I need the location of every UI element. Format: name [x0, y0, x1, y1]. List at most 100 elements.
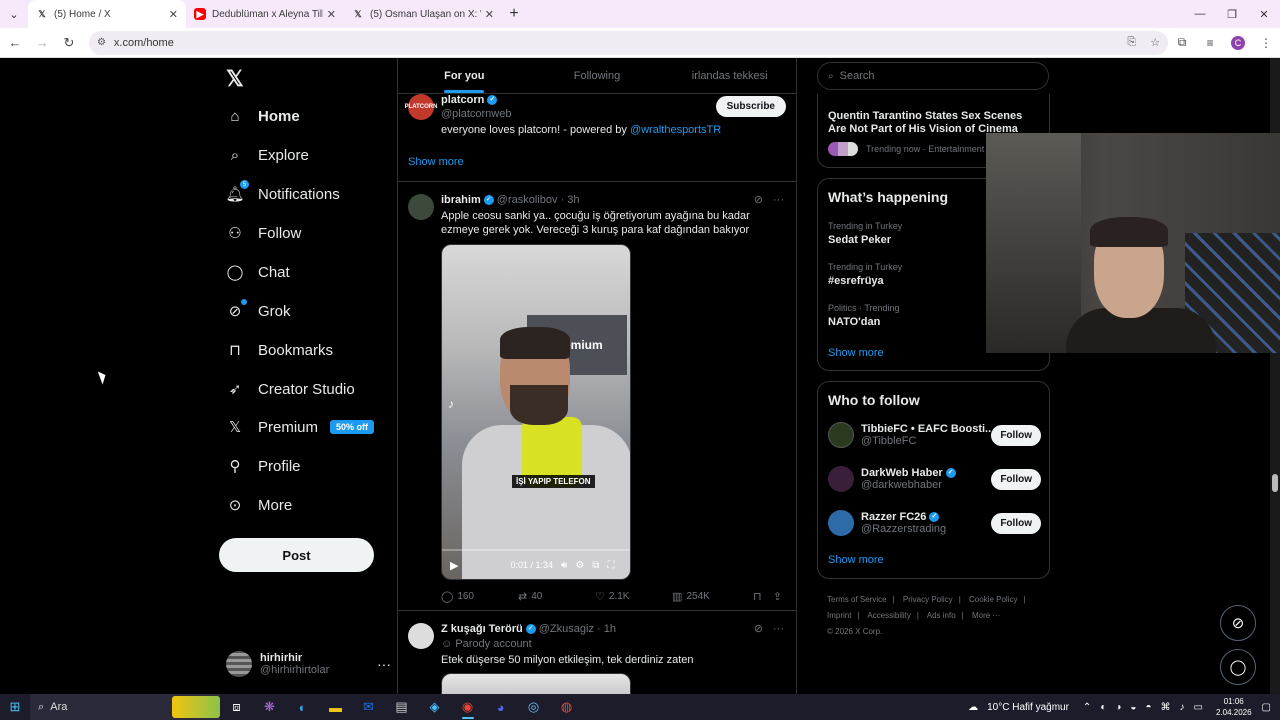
follow-button[interactable]: Follow — [991, 424, 1041, 446]
footer-link[interactable]: Privacy Policy — [903, 595, 953, 604]
author-name[interactable]: Z kuşağı Terörü — [441, 623, 523, 635]
battery-icon[interactable]: ▭ — [1194, 702, 1203, 713]
new-tab-button[interactable]: + — [502, 2, 526, 26]
copilot-icon[interactable]: ❋ — [253, 694, 286, 720]
site-info-icon[interactable]: ⚙ — [97, 37, 106, 48]
post-handle[interactable]: @platcornweb — [441, 108, 511, 120]
tray-app-icon[interactable]: ◐ — [1100, 702, 1106, 713]
avatar[interactable] — [408, 623, 434, 649]
extensions-icon[interactable]: ⧉ — [1168, 35, 1196, 50]
footer-link[interactable]: Imprint — [827, 611, 851, 620]
trend-item[interactable]: Trending in Turkey Sedat Peker — [828, 221, 902, 246]
minimize-icon[interactable]: — — [1184, 0, 1216, 28]
weather-widget[interactable]: ☁ 10°C Hafif yağmur — [968, 702, 1069, 713]
sidebar-item-follow[interactable]: ⚇ Follow — [226, 218, 301, 248]
media-icon[interactable]: ≡ — [1196, 36, 1224, 50]
restore-icon[interactable]: ❐ — [1216, 0, 1248, 28]
repost-button[interactable]: ⇄ 40 — [518, 590, 595, 603]
search-input[interactable]: ⌕ Search — [817, 62, 1049, 90]
subscribe-button[interactable]: Subscribe — [715, 96, 786, 117]
tray-app-icon[interactable]: ◒ — [1130, 702, 1136, 713]
fullscreen-icon[interactable]: ⛶ — [607, 560, 614, 571]
tab-search-button[interactable]: ⌄ — [0, 0, 28, 28]
footer-link[interactable]: Accessibility — [867, 611, 911, 620]
tab-irlandas-tekkesi[interactable]: irlandas tekkesi — [663, 58, 796, 93]
footer-link[interactable]: Terms of Service — [827, 595, 887, 604]
notification-icon[interactable]: ▢ — [1262, 702, 1271, 713]
scrollbar-thumb[interactable] — [1272, 474, 1278, 492]
app-icon[interactable]: ◍ — [550, 694, 583, 720]
tab-following[interactable]: Following — [531, 58, 664, 93]
footer-link[interactable]: Cookie Policy — [969, 595, 1017, 604]
close-tab-icon[interactable]: ✕ — [327, 8, 336, 21]
profile-icon[interactable]: C — [1224, 35, 1252, 50]
sidebar-item-bookmarks[interactable]: ⊓ Bookmarks — [226, 335, 333, 365]
tweet-media[interactable] — [441, 673, 631, 694]
author-handle[interactable]: @Zkusagiz — [539, 623, 594, 635]
grok-icon[interactable]: ⊘ — [754, 194, 763, 206]
close-tab-icon[interactable]: ✕ — [485, 8, 494, 21]
sidebar-item-chat[interactable]: ◯ Chat — [226, 257, 290, 287]
like-button[interactable]: ♡ 2.1K — [595, 590, 672, 603]
follow-button[interactable]: Follow — [991, 512, 1041, 534]
tab-for-you[interactable]: For you — [398, 58, 531, 93]
trend-item[interactable]: Trending in Turkey #esrefrüya — [828, 262, 902, 287]
messages-fab-button[interactable]: ◯ — [1220, 649, 1256, 685]
views-button[interactable]: ▥ 254K — [672, 590, 753, 603]
sidebar-item-grok[interactable]: ⊘ Grok — [226, 296, 291, 326]
browser-tab-x-post[interactable]: 𝕏 (5) Osman Ulaşan on X: "Otobü ✕ — [344, 0, 502, 28]
tray-app-icon[interactable]: ◓ — [1145, 702, 1151, 713]
x-logo-icon[interactable]: 𝕏 — [226, 66, 244, 92]
avatar[interactable] — [408, 194, 434, 220]
show-more-link[interactable]: Show more — [408, 156, 464, 168]
more-dots-icon[interactable]: ··· — [773, 623, 784, 635]
back-icon[interactable]: ← — [3, 31, 27, 55]
show-more-link[interactable]: Show more — [828, 554, 884, 566]
follow-suggestion[interactable]: Razzer FC26 ✓ @Razzerstrading Follow — [828, 506, 1041, 540]
account-switcher[interactable]: hirhirhir @hirhirhirtolar ··· — [226, 648, 391, 680]
url-field[interactable]: ⚙ x.com/home ⎘ ☆ — [88, 30, 1169, 55]
sidebar-item-explore[interactable]: ⌕ Explore — [226, 140, 309, 170]
store-icon[interactable]: ▤ — [385, 694, 418, 720]
volume-icon[interactable]: 🔊︎ — [561, 560, 567, 571]
close-tab-icon[interactable]: ✕ — [169, 8, 178, 21]
more-dots-icon[interactable]: ··· — [773, 194, 784, 206]
file-explorer-icon[interactable]: ▬ — [319, 694, 352, 720]
reply-button[interactable]: ◯ 160 — [441, 590, 518, 603]
browser-tab-youtube[interactable]: ▶ Dedublüman x Aleyna Tilki - Sa ✕ — [186, 0, 344, 28]
video-player[interactable]: Premium ♪ İŞİ YAPIP TELEFON ▶ 0:01 / 1:3… — [441, 244, 631, 580]
menu-icon[interactable]: ⋮ — [1252, 36, 1280, 50]
sidebar-item-more[interactable]: ⊙ More — [226, 490, 292, 520]
mention-link[interactable]: @wralthesportsTR — [630, 124, 721, 136]
play-icon[interactable]: ▶ — [450, 559, 458, 572]
windows-start-icon[interactable]: ⊞ — [0, 699, 30, 715]
settings-icon[interactable]: ⚙ — [575, 560, 584, 571]
trend-item[interactable]: Politics · Trending NATO'dan — [828, 303, 900, 328]
taskbar-search[interactable]: ⌕ Ara — [30, 694, 220, 720]
tweet[interactable]: ibrahim ✓ @raskolibov · 3h ⊘ ··· Apple ceo… — [398, 182, 796, 611]
discord-icon[interactable]: ◕ — [484, 694, 517, 720]
chevron-up-icon[interactable]: ⌃ — [1083, 702, 1091, 713]
show-more-link[interactable]: Show more — [828, 347, 884, 359]
install-icon[interactable]: ⎘ — [1127, 36, 1136, 49]
grok-icon[interactable]: ⊘ — [754, 623, 763, 635]
share-button[interactable]: ⇪ — [773, 590, 786, 603]
post-author[interactable]: platcorn ✓ — [441, 94, 498, 106]
bookmark-star-icon[interactable]: ☆ — [1150, 36, 1160, 49]
author-handle[interactable]: @raskolibov — [497, 194, 558, 206]
follow-suggestion[interactable]: TibbieFC • EAFC Boosti... @TibbleFC Foll… — [828, 418, 1041, 452]
tray-app-icon[interactable]: ◑ — [1115, 702, 1121, 713]
volume-icon[interactable]: ♪ — [1180, 702, 1185, 713]
post-time[interactable]: · 1h — [597, 623, 616, 635]
clock[interactable]: 01:06 2.04.2026 — [1216, 696, 1252, 718]
bookmark-button[interactable]: ⊓ — [753, 590, 773, 603]
follow-suggestion[interactable]: DarkWeb Haber ✓ @darkwebhaber Follow — [828, 462, 1041, 496]
sidebar-item-notifications[interactable]: 🔔︎ 5 Notifications — [225, 179, 340, 209]
sidebar-item-creator-studio[interactable]: ➶ Creator Studio — [226, 374, 355, 404]
sidebar-item-profile[interactable]: ⚲ Profile — [226, 451, 301, 481]
tweet[interactable]: Z kuşağı Terörü ✓ @Zkusagiz · 1h ⊘ ··· ☺ P… — [398, 611, 796, 694]
browser-tab-home[interactable]: 𝕏 (5) Home / X ✕ — [28, 0, 186, 28]
sidebar-item-premium[interactable]: 𝕏 Premium 50% off — [226, 412, 375, 442]
outlook-icon[interactable]: ✉ — [352, 694, 385, 720]
author-name[interactable]: ibrahim — [441, 194, 481, 206]
